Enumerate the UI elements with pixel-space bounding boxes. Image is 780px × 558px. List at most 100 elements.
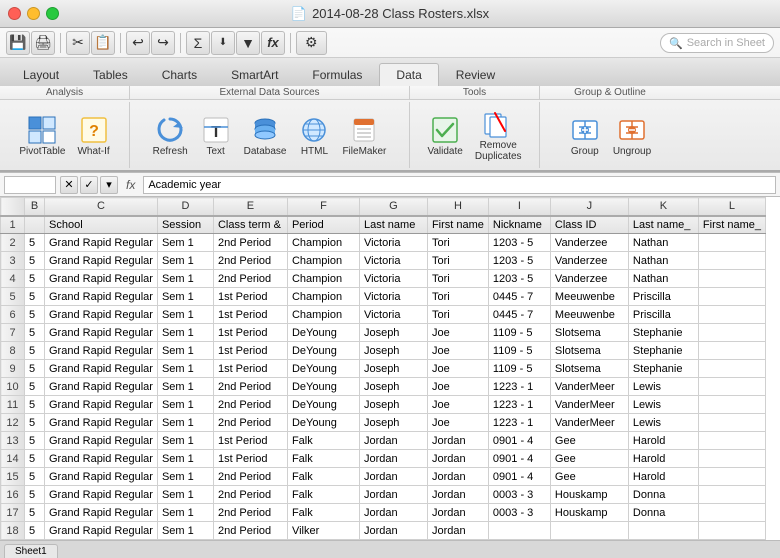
cell-l-11[interactable]: [698, 414, 765, 432]
cell-e-8[interactable]: 1st Period: [213, 360, 287, 378]
cell-g-17[interactable]: Jordan: [359, 522, 427, 540]
cell-h-16[interactable]: Jordan: [427, 504, 488, 522]
header-session[interactable]: Session: [157, 216, 213, 234]
cell-j-17[interactable]: [550, 522, 628, 540]
cell-d-2[interactable]: Sem 1: [157, 252, 213, 270]
cancel-formula-button[interactable]: ✕: [60, 176, 78, 194]
cell-b-3[interactable]: 5: [25, 270, 45, 288]
cell-e-16[interactable]: 2nd Period: [213, 504, 287, 522]
cell-e-14[interactable]: 2nd Period: [213, 468, 287, 486]
cell-c-7[interactable]: Grand Rapid Regular: [45, 342, 158, 360]
cell-l-8[interactable]: [698, 360, 765, 378]
cell-j-12[interactable]: Gee: [550, 432, 628, 450]
cell-k-16[interactable]: Donna: [628, 504, 698, 522]
cell-g-1[interactable]: Victoria: [359, 234, 427, 252]
cell-b-8[interactable]: 5: [25, 360, 45, 378]
cell-d-14[interactable]: Sem 1: [157, 468, 213, 486]
cell-f-2[interactable]: Champion: [287, 252, 359, 270]
cell-i-1[interactable]: 1203 - 5: [488, 234, 550, 252]
cell-b-11[interactable]: 5: [25, 414, 45, 432]
header-school[interactable]: School: [45, 216, 158, 234]
cell-f-15[interactable]: Falk: [287, 486, 359, 504]
cell-e-6[interactable]: 1st Period: [213, 324, 287, 342]
cell-b-12[interactable]: 5: [25, 432, 45, 450]
cell-i-9[interactable]: 1223 - 1: [488, 378, 550, 396]
cell-d-3[interactable]: Sem 1: [157, 270, 213, 288]
cell-k-17[interactable]: [628, 522, 698, 540]
cell-e-12[interactable]: 1st Period: [213, 432, 287, 450]
col-header-g[interactable]: G: [359, 198, 427, 216]
cell-k-5[interactable]: Priscilla: [628, 306, 698, 324]
cell-j-13[interactable]: Gee: [550, 450, 628, 468]
header-nickname[interactable]: Nickname: [488, 216, 550, 234]
cell-i-10[interactable]: 1223 - 1: [488, 396, 550, 414]
cell-h-15[interactable]: Jordan: [427, 486, 488, 504]
copy-button[interactable]: 📋: [91, 31, 115, 55]
cell-j-4[interactable]: Meeuwenbe: [550, 288, 628, 306]
cell-j-10[interactable]: VanderMeer: [550, 396, 628, 414]
cell-d-5[interactable]: Sem 1: [157, 306, 213, 324]
cell-h-7[interactable]: Joe: [427, 342, 488, 360]
cell-i-17[interactable]: [488, 522, 550, 540]
cell-h-4[interactable]: Tori: [427, 288, 488, 306]
cell-f-7[interactable]: DeYoung: [287, 342, 359, 360]
cell-h-11[interactable]: Joe: [427, 414, 488, 432]
cell-g-13[interactable]: Jordan: [359, 450, 427, 468]
close-button[interactable]: [8, 7, 21, 20]
cell-g-2[interactable]: Victoria: [359, 252, 427, 270]
header-classterm[interactable]: Class term &: [213, 216, 287, 234]
more-button[interactable]: ⚙: [296, 31, 327, 55]
cell-f-16[interactable]: Falk: [287, 504, 359, 522]
cell-c-10[interactable]: Grand Rapid Regular: [45, 396, 158, 414]
cell-l-9[interactable]: [698, 378, 765, 396]
col-header-f[interactable]: F: [287, 198, 359, 216]
cell-j-1[interactable]: Vanderzee: [550, 234, 628, 252]
col-header-h[interactable]: H: [427, 198, 488, 216]
cell-h-17[interactable]: Jordan: [427, 522, 488, 540]
cell-k-2[interactable]: Nathan: [628, 252, 698, 270]
cell-j-5[interactable]: Meeuwenbe: [550, 306, 628, 324]
cell-h-10[interactable]: Joe: [427, 396, 488, 414]
cell-b-17[interactable]: 5: [25, 522, 45, 540]
cell-g-6[interactable]: Joseph: [359, 324, 427, 342]
cell-l-16[interactable]: [698, 504, 765, 522]
filter-button[interactable]: ▼: [236, 31, 260, 55]
html-button[interactable]: HTML: [294, 112, 334, 159]
cell-d-9[interactable]: Sem 1: [157, 378, 213, 396]
header-b[interactable]: [25, 216, 45, 234]
cell-e-5[interactable]: 1st Period: [213, 306, 287, 324]
cell-e-2[interactable]: 2nd Period: [213, 252, 287, 270]
cell-c-11[interactable]: Grand Rapid Regular: [45, 414, 158, 432]
cell-b-1[interactable]: 5: [25, 234, 45, 252]
tab-smartart[interactable]: SmartArt: [214, 63, 295, 86]
cell-g-4[interactable]: Victoria: [359, 288, 427, 306]
sort-button[interactable]: ⬇: [211, 31, 235, 55]
cell-d-12[interactable]: Sem 1: [157, 432, 213, 450]
cell-k-15[interactable]: Donna: [628, 486, 698, 504]
cell-e-10[interactable]: 2nd Period: [213, 396, 287, 414]
cell-e-9[interactable]: 2nd Period: [213, 378, 287, 396]
cell-l-2[interactable]: [698, 252, 765, 270]
cell-i-2[interactable]: 1203 - 5: [488, 252, 550, 270]
cell-k-6[interactable]: Stephanie: [628, 324, 698, 342]
cell-h-5[interactable]: Tori: [427, 306, 488, 324]
cell-b-13[interactable]: 5: [25, 450, 45, 468]
cell-d-8[interactable]: Sem 1: [157, 360, 213, 378]
group-button[interactable]: Group: [565, 112, 605, 159]
cell-c-4[interactable]: Grand Rapid Regular: [45, 288, 158, 306]
cell-f-10[interactable]: DeYoung: [287, 396, 359, 414]
cell-b-7[interactable]: 5: [25, 342, 45, 360]
tab-tables[interactable]: Tables: [76, 63, 145, 86]
cut-button[interactable]: ✂: [66, 31, 90, 55]
cell-b-2[interactable]: 5: [25, 252, 45, 270]
tab-formulas[interactable]: Formulas: [295, 63, 379, 86]
maximize-button[interactable]: [46, 7, 59, 20]
cell-j-11[interactable]: VanderMeer: [550, 414, 628, 432]
col-header-l[interactable]: L: [698, 198, 765, 216]
cell-g-8[interactable]: Joseph: [359, 360, 427, 378]
cell-l-6[interactable]: [698, 324, 765, 342]
cell-b-4[interactable]: 5: [25, 288, 45, 306]
expand-formula-button[interactable]: ▾: [100, 176, 118, 194]
name-box[interactable]: [4, 176, 56, 194]
minimize-button[interactable]: [27, 7, 40, 20]
